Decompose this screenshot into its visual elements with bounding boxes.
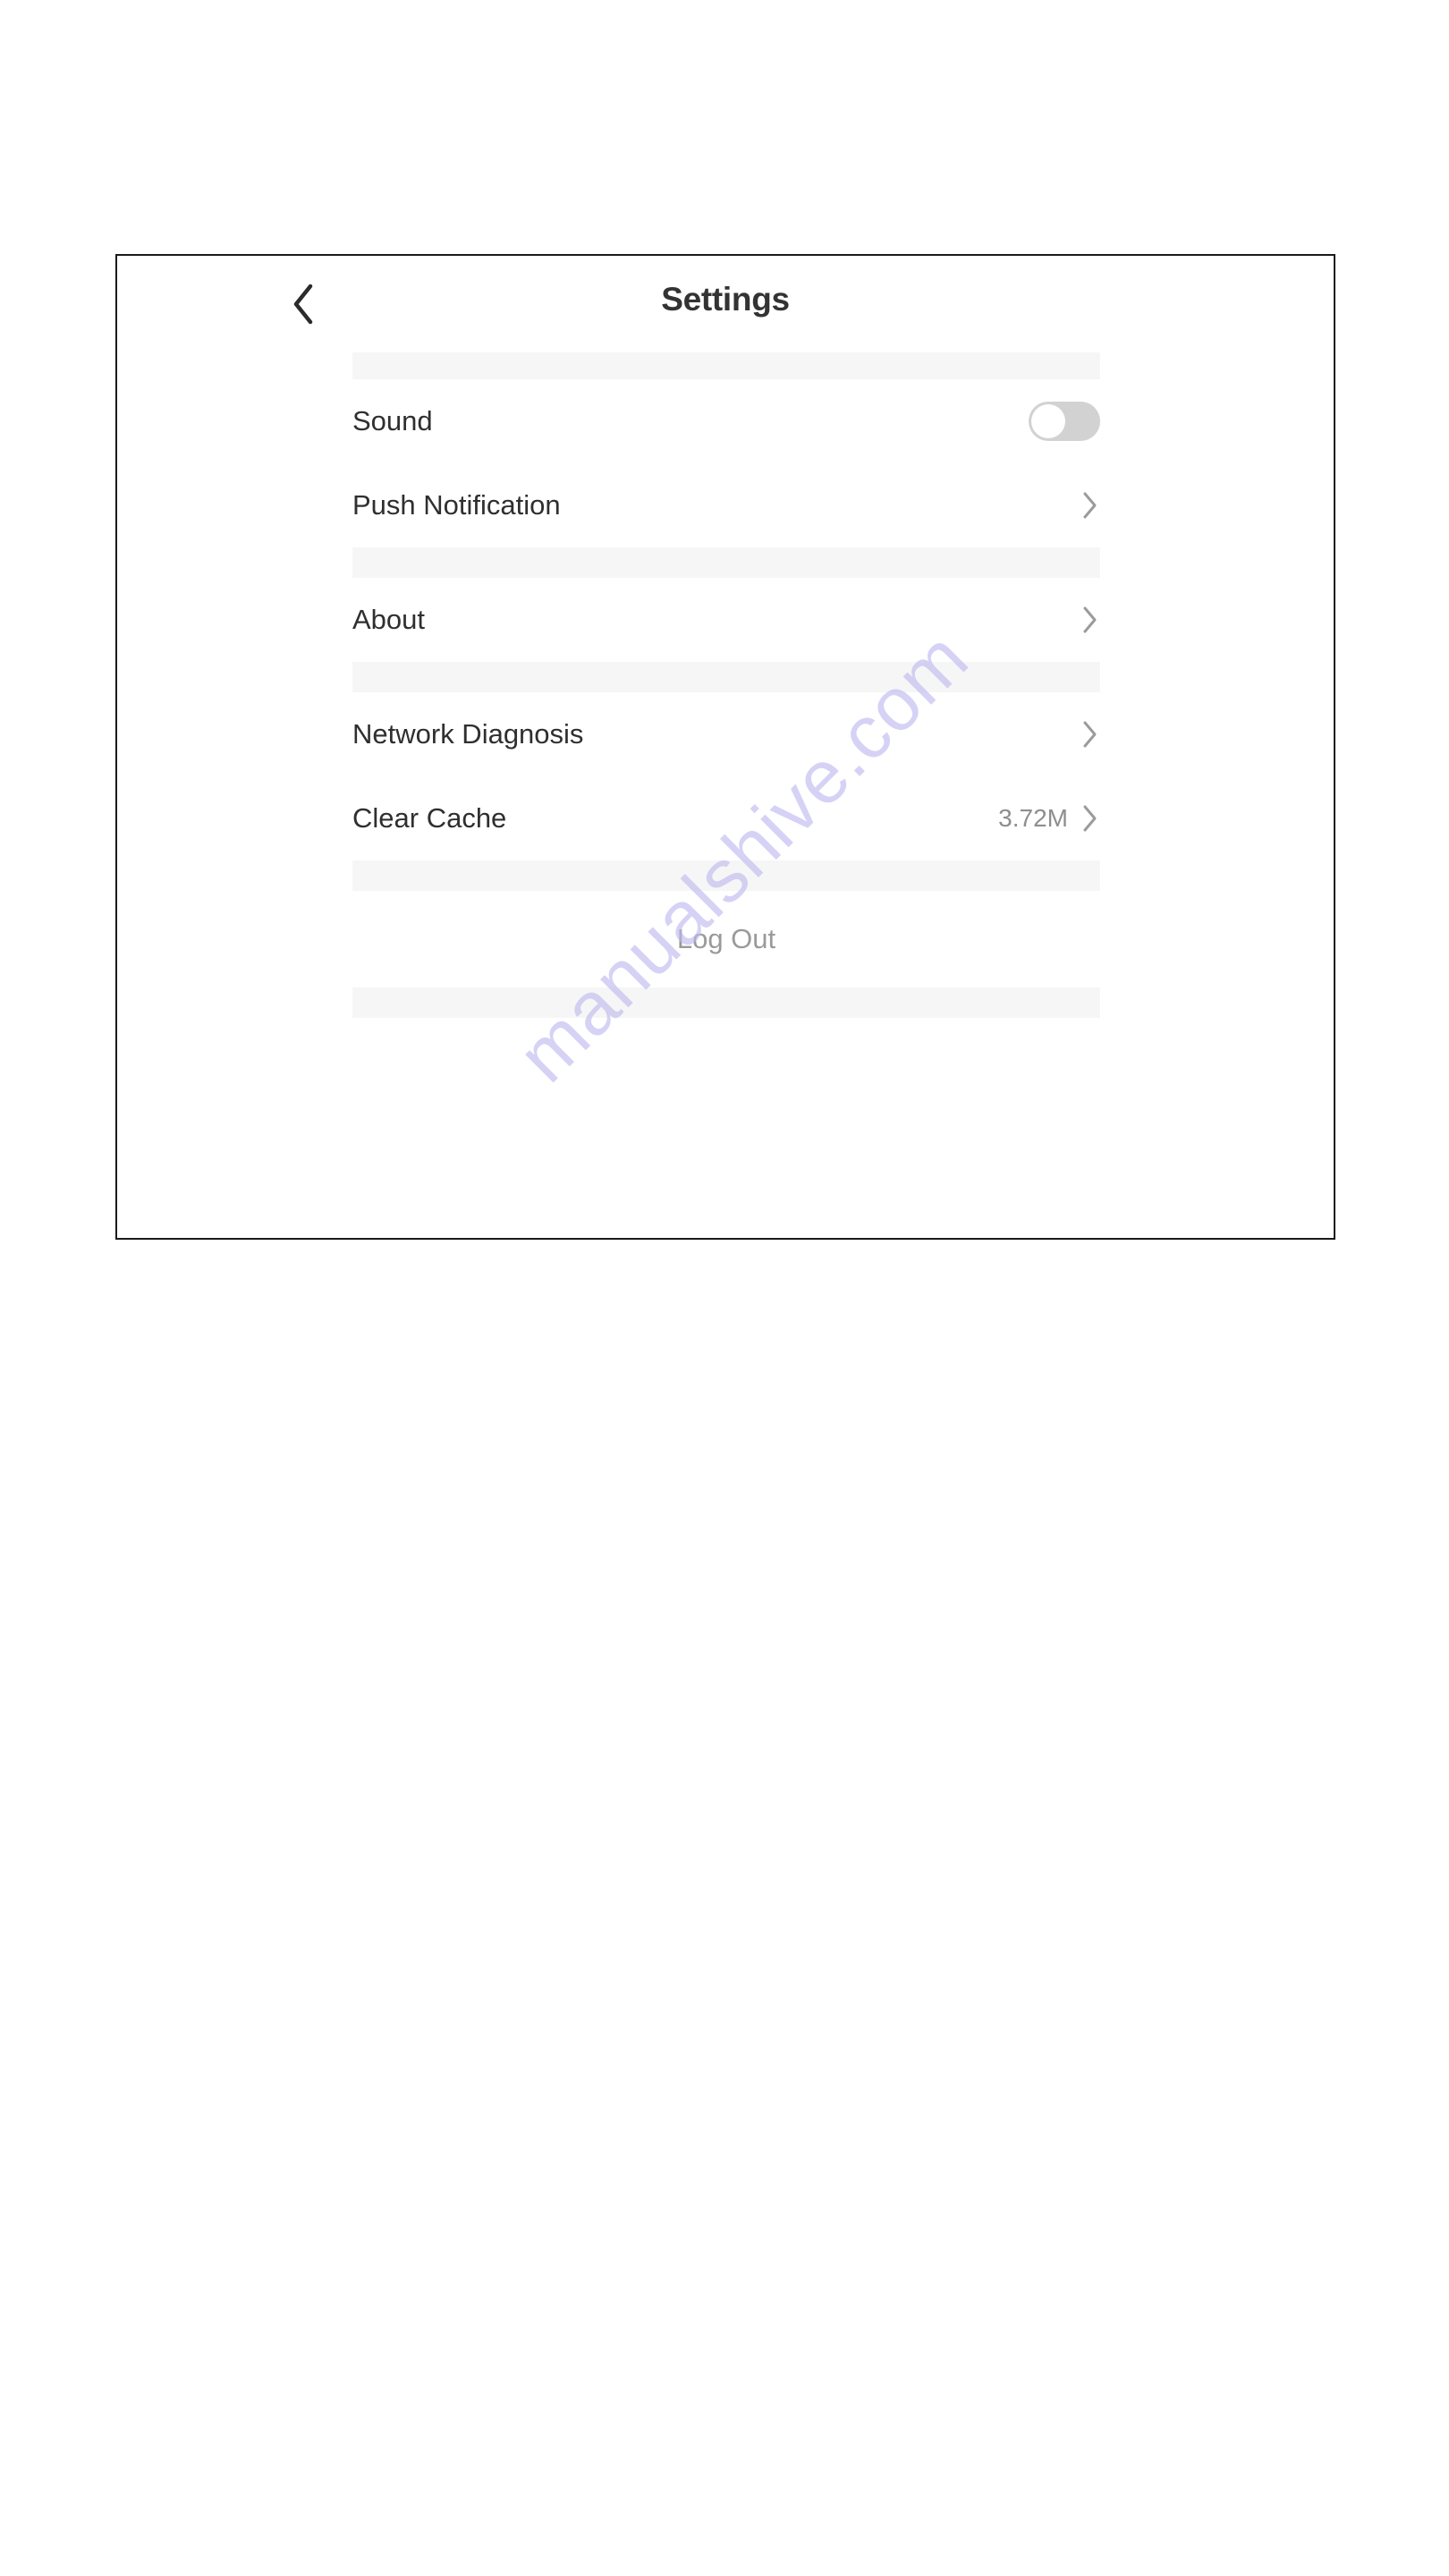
row-control <box>1029 402 1100 441</box>
navigation-bar: Settings <box>117 256 1334 352</box>
settings-row-network-diagnosis[interactable]: Network Diagnosis <box>352 692 1100 776</box>
chevron-right-icon <box>1080 719 1100 750</box>
cache-size-value: 3.72M <box>998 804 1068 832</box>
section-separator-band <box>352 547 1100 578</box>
row-label: About <box>352 604 426 635</box>
logout-label: Log Out <box>676 923 776 954</box>
chevron-right-icon <box>1080 490 1100 521</box>
chevron-right-icon <box>1080 605 1100 635</box>
section-separator-band <box>352 662 1100 692</box>
row-label: Clear Cache <box>352 802 507 834</box>
row-control <box>1080 490 1100 521</box>
settings-row-push-notification[interactable]: Push Notification <box>352 463 1100 547</box>
section-separator-band <box>352 987 1100 1018</box>
page-title: Settings <box>661 281 790 318</box>
row-control <box>1080 605 1100 635</box>
section-separator-band <box>352 352 1100 379</box>
toggle-knob <box>1031 404 1065 438</box>
settings-section-about: About <box>117 578 1334 662</box>
sound-toggle[interactable] <box>1029 402 1100 441</box>
settings-row-about[interactable]: About <box>352 578 1100 662</box>
settings-section-general: Sound Push Notification <box>117 379 1334 547</box>
row-label: Sound <box>352 405 433 436</box>
row-label: Network Diagnosis <box>352 718 584 750</box>
row-control: 3.72M <box>998 803 1100 834</box>
settings-screen-frame: Settings Sound Push Notification About N… <box>115 254 1335 1240</box>
settings-row-clear-cache[interactable]: Clear Cache 3.72M <box>352 776 1100 860</box>
settings-list: Sound Push Notification About Network Di… <box>117 352 1334 1018</box>
settings-row-sound[interactable]: Sound <box>352 379 1100 463</box>
section-separator-band <box>352 860 1100 891</box>
row-control <box>1080 719 1100 750</box>
logout-button[interactable]: Log Out <box>352 891 1100 987</box>
chevron-right-icon <box>1080 803 1100 834</box>
settings-section-maintenance: Network Diagnosis Clear Cache 3.72M <box>117 692 1334 860</box>
row-label: Push Notification <box>352 489 561 521</box>
